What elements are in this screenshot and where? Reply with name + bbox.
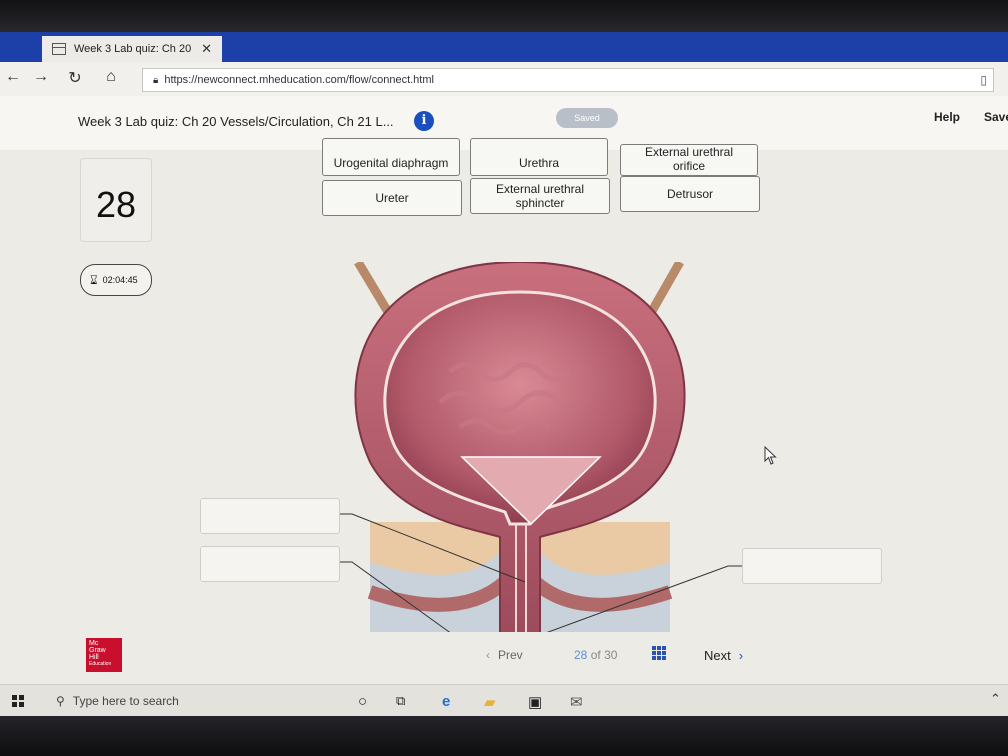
grid-icon[interactable] [652,646,666,660]
page-of: of [590,648,601,662]
monitor-bezel-top [0,0,1008,36]
drop-target-2[interactable] [200,546,340,582]
logo-line: Hill [89,654,99,661]
leader-line-2 [340,561,453,635]
back-button[interactable]: ← [2,68,24,86]
browser-tab-bar: Week 3 Lab quiz: Ch 20 ✕ [0,32,1008,62]
browser-tab[interactable]: Week 3 Lab quiz: Ch 20 ✕ [42,36,222,62]
question-footer: Mc Graw Hill Education ‹ Prev 28 of 30 Ne… [0,632,1008,676]
logo-line: Education [89,661,112,667]
next-button[interactable]: Next › [704,648,743,663]
logo-line: Mc [89,640,99,647]
task-view-icon[interactable]: ⧉ [396,693,405,709]
monitor-bezel-bottom [0,716,1008,756]
saved-status-badge: Saved [556,108,618,128]
tab-page-icon [52,43,66,55]
edge-icon[interactable]: e [442,693,450,710]
search-placeholder: Type here to search [72,694,179,708]
prev-button[interactable]: ‹ Prev [486,648,523,662]
leader-line-1 [340,513,526,583]
url-field[interactable]: 🔒︎ https://newconnect.mheducation.com/fl… [142,68,994,92]
search-icon: ⚲ [56,694,65,708]
address-bar-row: ← → ↻ ⌂ 🔒︎ https://newconnect.mheducatio… [0,62,1008,97]
chevron-right-icon: › [738,648,744,663]
screen: Week 3 Lab quiz: Ch 20 ✕ ← → ↻ ⌂ 🔒︎ http… [0,32,1008,716]
current-page: 28 [574,648,588,662]
refresh-button[interactable]: ↻ [64,68,86,88]
file-explorer-icon[interactable]: ▰ [484,693,496,711]
cortana-icon[interactable]: ○ [358,693,367,710]
forward-button[interactable]: → [30,68,52,86]
mcgraw-hill-logo: Mc Graw Hill Education [86,638,122,672]
leader-line-3 [531,565,742,639]
windows-logo-icon[interactable] [12,695,24,707]
save-button[interactable]: Save [984,110,1008,124]
store-icon[interactable]: ▣ [528,693,542,711]
next-label: Next [704,648,731,663]
taskbar-search[interactable]: ⚲ Type here to search [56,694,179,708]
home-button[interactable]: ⌂ [100,68,122,86]
info-icon[interactable]: i [414,111,434,131]
mouse-cursor-icon [764,446,777,465]
logo-line: Graw [89,647,106,654]
chevron-up-icon[interactable]: ⌃ [990,691,1001,707]
question-area: 28 ⌛︎ 02:04:45 Urogenital diaphragm Uret… [0,138,1008,670]
prev-label: Prev [498,648,523,662]
drop-target-3[interactable] [742,548,882,584]
page-indicator: 28 of 30 [574,648,617,662]
chevron-left-icon: ‹ [486,648,490,662]
tab-close-button[interactable]: ✕ [201,41,212,57]
label-leader-lines [340,513,880,639]
quiz-title: Week 3 Lab quiz: Ch 20 Vessels/Circulati… [78,114,394,129]
total-pages: 30 [604,648,618,662]
lock-icon: 🔒︎ [153,74,159,86]
help-button[interactable]: Help [934,110,960,124]
drop-target-1[interactable] [200,498,340,534]
mail-icon[interactable]: ✉ [570,693,583,711]
reading-view-icon[interactable]: ▯ [980,73,987,87]
windows-taskbar: ⚲ Type here to search ○ ⧉ e ▰ ▣ ✉ ⌃ [0,684,1008,716]
tab-title: Week 3 Lab quiz: Ch 20 [74,43,192,55]
url-text: https://newconnect.mheducation.com/flow/… [164,74,434,86]
